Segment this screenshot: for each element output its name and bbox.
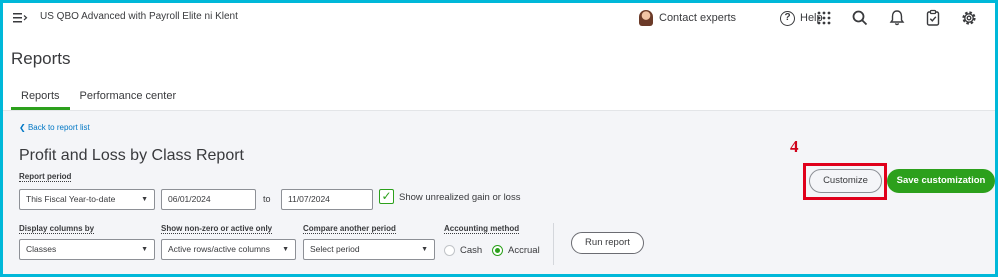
cash-radio-label: Cash: [460, 245, 483, 256]
show-nonzero-label: Show non-zero or active only: [161, 224, 273, 234]
compare-period-label: Compare another period: [303, 224, 396, 234]
gear-icon[interactable]: [960, 9, 978, 27]
customize-button[interactable]: Customize: [809, 169, 882, 193]
display-columns-value: Classes: [26, 244, 57, 254]
display-columns-label: Display columns by: [19, 224, 95, 234]
report-period-value: This Fiscal Year-to-date: [26, 194, 116, 204]
report-period-select[interactable]: This Fiscal Year-to-date ▼: [19, 189, 155, 210]
app-frame: US QBO Advanced with Payroll Elite ni Kl…: [3, 3, 995, 274]
top-bar: US QBO Advanced with Payroll Elite ni Kl…: [3, 3, 995, 33]
report-settings-panel: ❮ Back to report list Profit and Loss by…: [3, 111, 995, 274]
cash-radio[interactable]: [444, 245, 455, 256]
accrual-radio[interactable]: [492, 245, 503, 256]
back-to-report-list-link[interactable]: ❮ Back to report list: [19, 123, 90, 132]
report-title: Profit and Loss by Class Report: [19, 147, 244, 164]
apps-icon[interactable]: [815, 9, 833, 27]
company-name: US QBO Advanced with Payroll Elite ni Kl…: [40, 11, 238, 22]
unrealized-gain-label: Show unrealized gain or loss: [399, 192, 521, 203]
display-columns-select[interactable]: Classes ▼: [19, 239, 155, 260]
show-nonzero-select[interactable]: Active rows/active columns ▼: [161, 239, 296, 260]
report-period-label: Report period: [19, 172, 72, 182]
run-report-button[interactable]: Run report: [571, 232, 644, 254]
hamburger-icon[interactable]: [12, 11, 28, 25]
tab-bar: Reports Performance center: [11, 88, 186, 112]
save-customization-button[interactable]: Save customization: [887, 169, 995, 193]
page-title: Reports: [11, 49, 71, 68]
end-date-input[interactable]: 11/07/2024: [281, 189, 373, 210]
caret-down-icon: ▼: [141, 246, 148, 253]
caret-down-icon: ▼: [421, 246, 428, 253]
help-icon: ?: [780, 10, 795, 26]
unrealized-gain-checkbox[interactable]: ✓: [379, 189, 394, 204]
divider: [553, 223, 554, 265]
compare-period-select[interactable]: Select period ▼: [303, 239, 435, 260]
contact-experts-label: Contact experts: [659, 12, 737, 24]
caret-down-icon: ▼: [282, 246, 289, 253]
annotation-step-number: 4: [790, 137, 799, 156]
chevron-left-icon: ❮: [19, 123, 26, 132]
tab-reports[interactable]: Reports: [11, 88, 70, 110]
search-icon[interactable]: [851, 9, 869, 27]
to-label: to: [263, 194, 271, 204]
caret-down-icon: ▼: [141, 196, 148, 203]
avatar: [639, 10, 653, 26]
start-date-input[interactable]: 06/01/2024: [161, 189, 256, 210]
contact-experts-button[interactable]: Contact experts: [639, 8, 736, 28]
task-icon[interactable]: [924, 9, 942, 27]
accounting-method-label: Accounting method: [444, 224, 520, 234]
show-nonzero-value: Active rows/active columns: [168, 244, 271, 254]
accrual-radio-label: Accrual: [508, 245, 540, 256]
tab-performance-center[interactable]: Performance center: [70, 88, 187, 110]
back-link-label: Back to report list: [27, 123, 90, 132]
compare-period-placeholder: Select period: [310, 244, 360, 254]
bell-icon[interactable]: [888, 9, 906, 27]
